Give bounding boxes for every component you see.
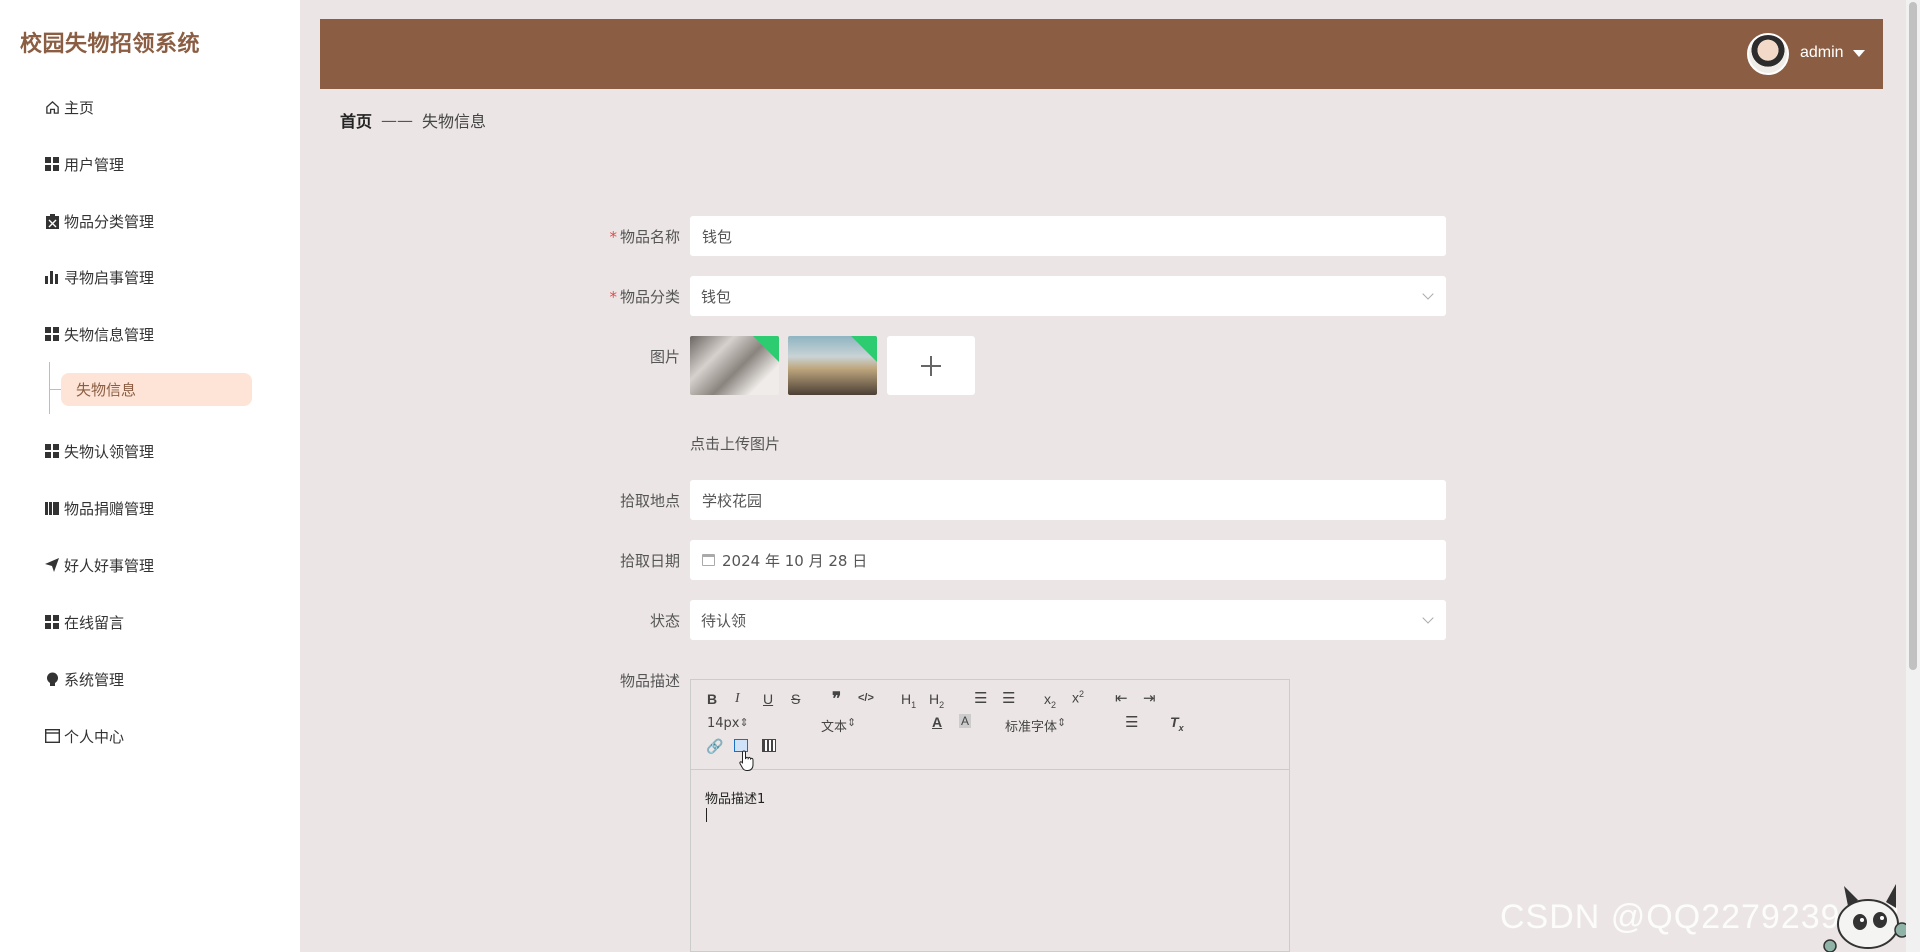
sidebar-item-label: 用户管理 (64, 155, 125, 174)
text-caret (706, 808, 707, 822)
date-picker[interactable]: 2024 年 10 月 28 日 (690, 540, 1446, 580)
app-title: 校园失物招领系统 (20, 32, 201, 57)
location-label: 拾取地点 (619, 492, 680, 510)
sidebar: 校园失物招领系统 主页 用户管理 物品分类管理 寻物启事管理 失物信息管理 失物… (0, 0, 300, 952)
scrollbar-thumb[interactable] (1909, 2, 1917, 670)
description-label: 物品描述 (619, 672, 680, 690)
sidebar-item-label: 个人中心 (64, 727, 125, 746)
bulb-icon (44, 671, 60, 687)
sidebar-item-system[interactable]: 系统管理 (44, 667, 124, 691)
chevron-down-icon[interactable] (1853, 50, 1865, 57)
uploaded-image-thumbnail[interactable] (690, 336, 779, 395)
vertical-scrollbar[interactable] (1906, 0, 1920, 952)
indent-icon[interactable]: ⇥ (1143, 689, 1156, 707)
sidebar-item-profile[interactable]: 个人中心 (44, 724, 124, 748)
sidebar-item-lost-info[interactable]: 失物信息管理 (44, 322, 154, 346)
status-label: 状态 (649, 612, 680, 630)
breadcrumb-separator: —— (381, 110, 414, 130)
status-select[interactable]: 待认领 (690, 600, 1446, 640)
subscript-button[interactable]: x2 (1044, 691, 1056, 710)
font-color-button[interactable]: A (932, 714, 942, 730)
rich-text-editor[interactable]: B I U S ❞ </> H1 H2 ☰ ☰ x2 x2 ⇤ ⇥ 14px 文… (690, 679, 1290, 952)
grid-icon (44, 156, 60, 172)
sidebar-item-label: 失物认领管理 (64, 442, 155, 461)
bold-button[interactable]: B (707, 691, 717, 707)
underline-button[interactable]: U (763, 691, 773, 707)
chevron-down-icon (1422, 288, 1434, 300)
bar-chart-icon (44, 269, 60, 285)
outdent-icon[interactable]: ⇤ (1115, 689, 1128, 707)
sidebar-item-messages[interactable]: 在线留言 (44, 610, 124, 634)
send-icon (44, 557, 60, 573)
hand-cursor-icon (739, 750, 754, 771)
clipboard-icon (44, 213, 60, 229)
grid-icon (44, 614, 60, 630)
sidebar-item-label: 主页 (64, 98, 95, 117)
align-icon[interactable]: ☰ (1125, 713, 1138, 731)
sidebar-item-label: 物品捐赠管理 (64, 499, 155, 518)
sidebar-item-claims[interactable]: 失物认领管理 (44, 439, 154, 463)
sidebar-item-label: 物品分类管理 (64, 212, 155, 231)
heading-2-button[interactable]: H2 (929, 691, 944, 710)
sidebar-item-category[interactable]: 物品分类管理 (44, 209, 154, 233)
date-label: 拾取日期 (619, 552, 680, 570)
superscript-button[interactable]: x2 (1072, 689, 1084, 706)
editor-content[interactable]: 物品描述1 (705, 788, 765, 807)
strikethrough-button[interactable]: S (791, 691, 800, 707)
required-star: * (609, 288, 617, 306)
upload-image-button[interactable] (887, 336, 975, 395)
category-select[interactable]: 钱包 (690, 276, 1446, 316)
breadcrumb-current: 失物信息 (422, 112, 487, 131)
sidebar-subitem-lost-info[interactable]: 失物信息 (61, 373, 252, 406)
category-label: * 物品分类 (609, 288, 680, 306)
blockquote-icon[interactable]: ❞ (832, 689, 841, 709)
uploaded-image-thumbnail[interactable] (788, 336, 877, 395)
required-star: * (609, 228, 617, 246)
link-icon[interactable]: 🔗 (706, 738, 723, 755)
sidebar-item-users[interactable]: 用户管理 (44, 152, 124, 176)
sidebar-item-label: 失物信息管理 (64, 325, 155, 344)
book-icon (44, 500, 60, 516)
chevron-down-icon (1422, 612, 1434, 624)
sidebar-item-label: 寻物启事管理 (64, 268, 155, 287)
breadcrumb: 首页 —— 失物信息 (340, 108, 486, 132)
item-name-label: * 物品名称 (609, 228, 680, 246)
sidebar-item-good-deeds[interactable]: 好人好事管理 (44, 553, 154, 577)
top-header (320, 19, 1883, 89)
submenu-line (49, 362, 50, 414)
grid-icon (44, 326, 60, 342)
bullet-list-icon[interactable]: ☰ (1002, 689, 1015, 707)
submenu-tick (49, 389, 61, 390)
location-input[interactable]: 学校花园 (690, 480, 1446, 520)
upload-hint: 点击上传图片 (690, 435, 781, 453)
sidebar-item-search-notice[interactable]: 寻物启事管理 (44, 265, 154, 289)
sidebar-item-label: 在线留言 (64, 613, 125, 632)
editor-toolbar: B I U S ❞ </> H1 H2 ☰ ☰ x2 x2 ⇤ ⇥ 14px 文… (691, 680, 1289, 770)
video-icon[interactable] (762, 739, 776, 752)
background-color-button[interactable]: A (959, 714, 972, 728)
window-icon (44, 728, 60, 744)
sidebar-item-home[interactable]: 主页 (44, 95, 94, 119)
font-family-select[interactable]: 标准字体 (1005, 716, 1107, 735)
home-icon (44, 99, 60, 115)
avatar[interactable] (1747, 33, 1789, 75)
italic-button[interactable]: I (735, 691, 740, 707)
sidebar-item-label: 系统管理 (64, 670, 125, 689)
sidebar-item-donations[interactable]: 物品捐赠管理 (44, 496, 154, 520)
username[interactable]: admin (1800, 44, 1844, 62)
heading-1-button[interactable]: H1 (901, 691, 916, 710)
font-size-select[interactable]: 14px (707, 716, 787, 731)
ordered-list-icon[interactable]: ☰ (974, 689, 987, 707)
sidebar-item-label: 好人好事管理 (64, 556, 155, 575)
item-name-input[interactable]: 钱包 (690, 216, 1446, 256)
images-label: 图片 (649, 348, 680, 366)
mascot-logo (1823, 884, 1910, 952)
grid-icon (44, 443, 60, 459)
calendar-icon (702, 554, 715, 566)
breadcrumb-home[interactable]: 首页 (340, 108, 372, 132)
block-type-select[interactable]: 文本 (821, 716, 905, 735)
clear-format-icon[interactable]: Tx (1170, 714, 1184, 733)
code-block-icon[interactable]: </> (858, 692, 874, 704)
